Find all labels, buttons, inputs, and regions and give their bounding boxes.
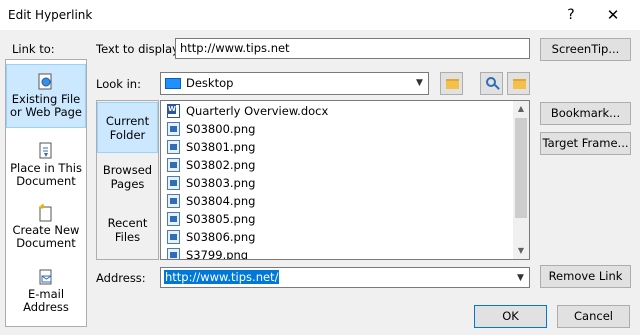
scrollbar-thumb[interactable]: [515, 118, 527, 218]
chevron-down-icon: ▼: [517, 273, 524, 283]
title-bar: [0, 0, 640, 30]
cancel-button[interactable]: Cancel: [557, 305, 630, 328]
link-to-panel: Existing File or Web Page Place in This …: [5, 59, 87, 327]
web-page-icon: [37, 73, 55, 91]
look-in-combo[interactable]: Desktop ▼: [160, 72, 429, 95]
tab-label-1: Browsed: [102, 163, 153, 177]
list-item[interactable]: S03806.png: [167, 228, 255, 246]
text-to-display-input[interactable]: http://www.tips.net: [175, 38, 530, 59]
image-file-icon: [167, 158, 180, 172]
list-item[interactable]: S03800.png: [167, 120, 255, 138]
browse-web-button[interactable]: [480, 72, 503, 95]
list-item[interactable]: S03801.png: [167, 138, 255, 156]
help-button[interactable]: ?: [560, 4, 582, 26]
close-button[interactable]: ✕: [600, 4, 626, 26]
file-name: Quarterly Overview.docx: [186, 104, 329, 118]
word-document-icon: [167, 104, 180, 118]
window-title: Edit Hyperlink: [8, 8, 93, 22]
link-to-email-address[interactable]: E-mail Address: [6, 264, 86, 320]
link-to-label: Link to:: [12, 42, 55, 56]
file-name: S03804.png: [186, 194, 256, 208]
tab-recent-files[interactable]: Recent Files: [97, 216, 158, 256]
up-folder-button[interactable]: [440, 72, 463, 95]
email-icon: [37, 268, 55, 286]
browse-file-button[interactable]: [507, 72, 530, 95]
file-name: S03802.png: [186, 158, 256, 172]
link-to-existing-file[interactable]: Existing File or Web Page: [6, 64, 86, 128]
file-name: S03805.png: [186, 212, 256, 226]
file-name: S03800.png: [186, 122, 256, 136]
link-to-place-in-document[interactable]: Place in This Document: [6, 136, 86, 196]
image-file-icon: [167, 194, 180, 208]
image-file-icon: [167, 248, 180, 259]
file-name: S03801.png: [186, 140, 256, 154]
list-item[interactable]: S03805.png: [167, 210, 255, 228]
bookmark-button[interactable]: Bookmark...: [540, 102, 631, 125]
new-document-icon: [37, 204, 55, 222]
link-to-item-label-2: Address: [23, 300, 69, 314]
tab-current-folder[interactable]: Current Folder: [97, 102, 158, 153]
look-in-value: Desktop: [186, 76, 234, 90]
file-list-scrollbar[interactable]: ▲ ▼: [513, 101, 529, 259]
address-combo[interactable]: http://www.tips.net/ ▼: [160, 267, 530, 288]
target-frame-button[interactable]: Target Frame...: [540, 132, 631, 155]
link-to-item-label-2: Document: [16, 236, 76, 250]
folder-up-icon: [446, 79, 459, 89]
image-file-icon: [167, 122, 180, 136]
document-place-icon: [37, 142, 55, 160]
folder-open-icon: [513, 79, 526, 89]
remove-link-button[interactable]: Remove Link: [540, 265, 631, 288]
file-list[interactable]: Quarterly Overview.docx S03800.png S0380…: [160, 100, 530, 260]
tab-browsed-pages[interactable]: Browsed Pages: [97, 163, 158, 203]
image-file-icon: [167, 176, 180, 190]
address-label: Address:: [96, 271, 146, 285]
ok-button[interactable]: OK: [474, 305, 547, 328]
list-item[interactable]: S03804.png: [167, 192, 255, 210]
image-file-icon: [167, 212, 180, 226]
link-to-item-label-2: Document: [16, 174, 76, 188]
file-name: S3799.png: [186, 248, 249, 260]
scroll-down-icon[interactable]: ▼: [513, 243, 529, 259]
scroll-up-icon[interactable]: ▲: [513, 101, 529, 117]
link-to-item-label-2: or Web Page: [10, 105, 82, 119]
link-to-create-new-document[interactable]: Create New Document: [6, 200, 86, 256]
address-value: http://www.tips.net/: [164, 270, 280, 284]
tab-label-1: Recent: [107, 216, 148, 230]
text-to-display-label: Text to display:: [96, 42, 182, 56]
image-file-icon: [167, 230, 180, 244]
desktop-icon: [165, 78, 181, 89]
tab-label-2: Files: [114, 230, 141, 244]
tab-label-2: Pages: [110, 177, 145, 191]
list-item[interactable]: S03802.png: [167, 156, 255, 174]
look-in-label: Look in:: [96, 77, 141, 91]
browse-side-tabs: Current Folder Browsed Pages Recent File…: [96, 100, 159, 260]
list-item[interactable]: S3799.png: [167, 246, 249, 260]
chevron-down-icon: ▼: [416, 78, 423, 88]
tab-label-2: Folder: [109, 128, 146, 142]
list-item[interactable]: Quarterly Overview.docx: [167, 102, 328, 120]
tab-label-1: Current: [105, 114, 150, 128]
screentip-button[interactable]: ScreenTip...: [540, 38, 631, 61]
file-name: S03803.png: [186, 176, 256, 190]
image-file-icon: [167, 140, 180, 154]
list-item[interactable]: S03803.png: [167, 174, 255, 192]
file-name: S03806.png: [186, 230, 256, 244]
